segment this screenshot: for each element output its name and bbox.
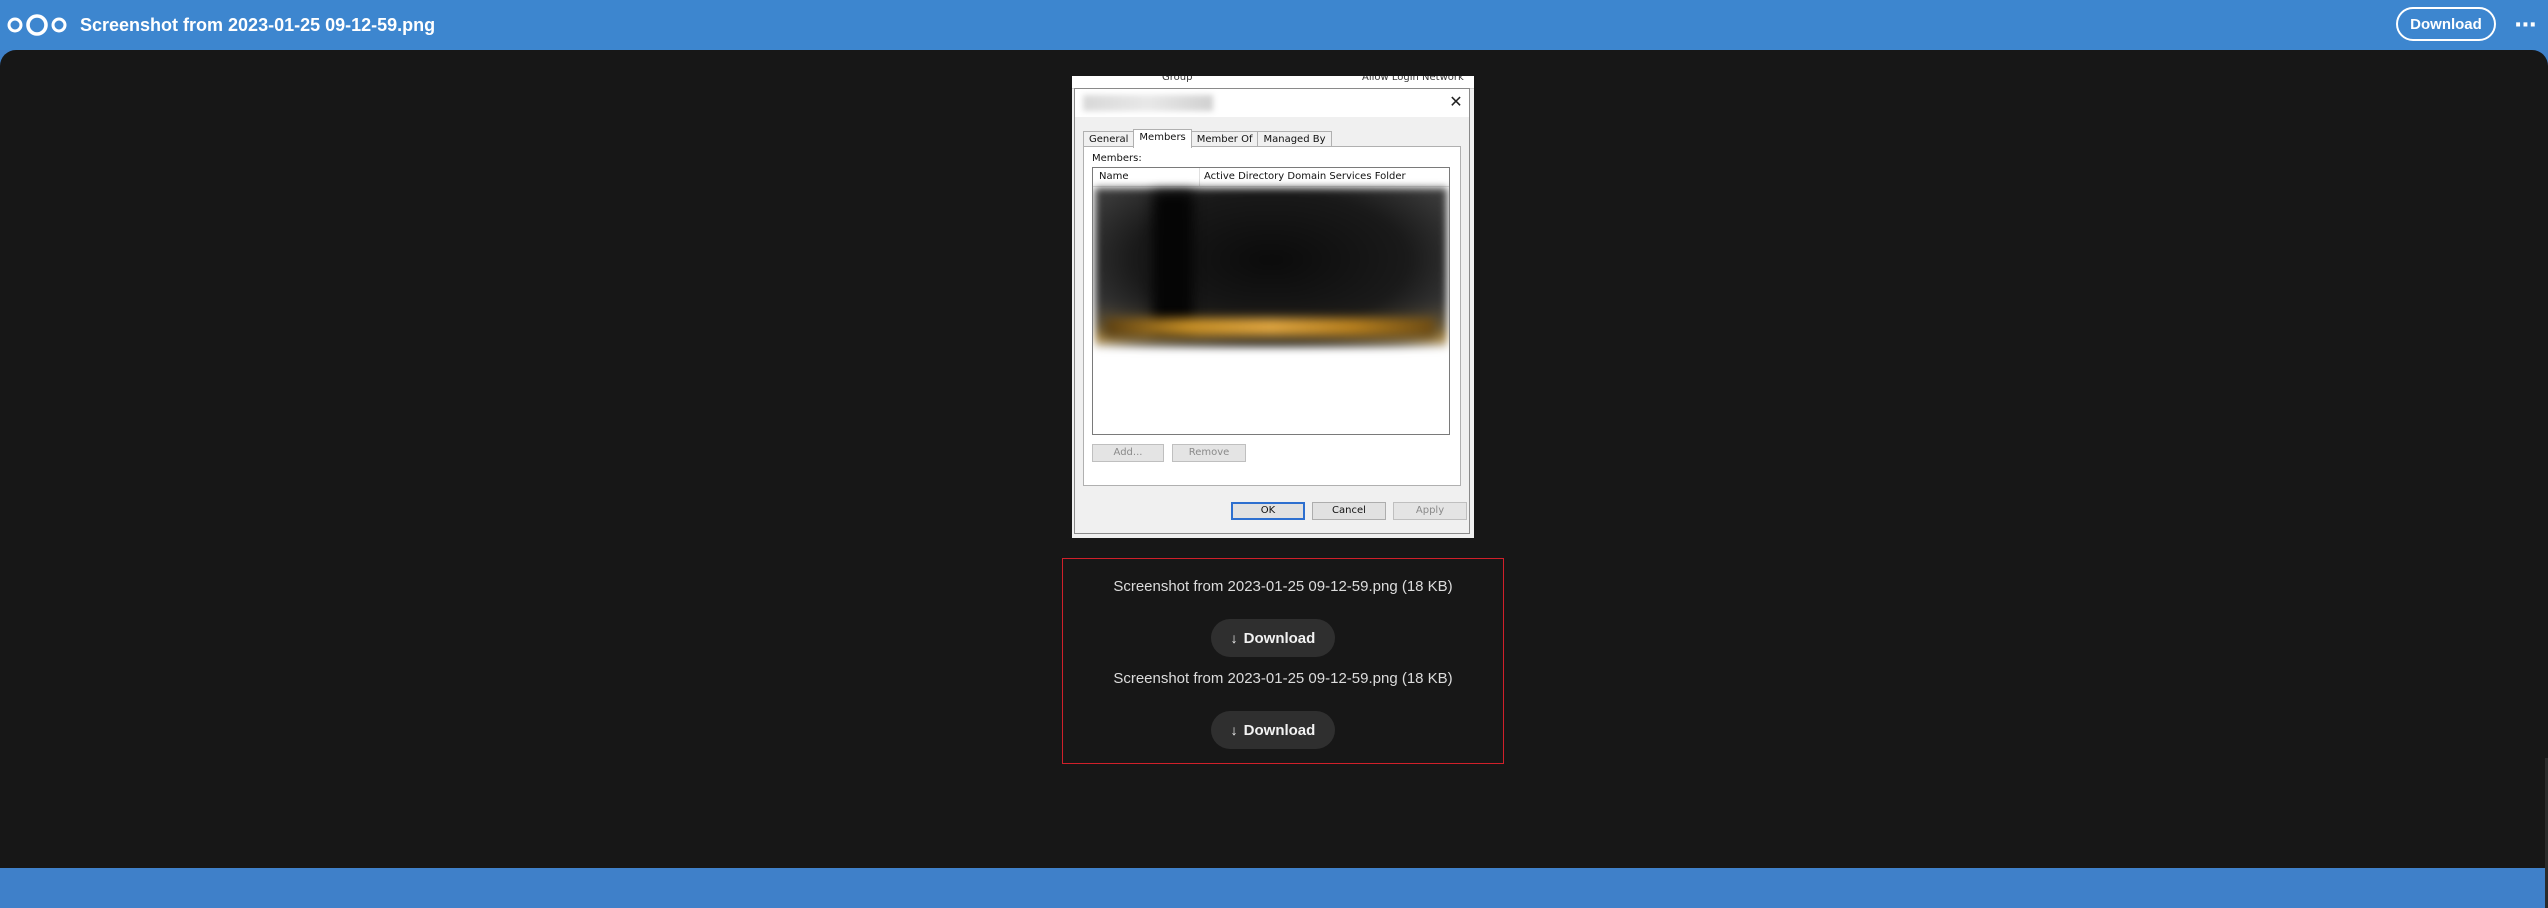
list-header: Name Active Directory Domain Services Fo… xyxy=(1093,168,1449,187)
download-button-label: Download xyxy=(1243,629,1316,647)
blurred-dialog-title xyxy=(1083,95,1213,111)
members-list: Name Active Directory Domain Services Fo… xyxy=(1092,167,1450,435)
members-label: Members: xyxy=(1092,153,1142,164)
column-folder: Active Directory Domain Services Folder xyxy=(1199,168,1406,186)
cancel-button: Cancel xyxy=(1312,502,1386,520)
attachment-filename: Screenshot from 2023-01-25 09-12-59.png … xyxy=(1113,578,1453,595)
tab-members: Members xyxy=(1133,129,1192,148)
download-button-label: Download xyxy=(1243,721,1316,739)
attachments-box: Screenshot from 2023-01-25 09-12-59.png … xyxy=(1062,558,1504,764)
more-menu-icon[interactable]: ⋯ xyxy=(2512,12,2540,38)
screenshot-preview: Group Allow Login Network ✕ General Memb… xyxy=(1072,76,1474,538)
members-panel: Members: Name Active Directory Domain Se… xyxy=(1083,146,1461,486)
attachment-download-button[interactable]: ↓ Download xyxy=(1211,711,1335,749)
header-download-button[interactable]: Download xyxy=(2396,7,2496,41)
file-title: Screenshot from 2023-01-25 09-12-59.png xyxy=(80,15,436,35)
app-header: Screenshot from 2023-01-25 09-12-59.png … xyxy=(0,0,2548,50)
attachment-download-button[interactable]: ↓ Download xyxy=(1211,619,1335,657)
remove-button: Remove xyxy=(1172,444,1246,462)
top-strip-right-text: Allow Login Network xyxy=(1362,76,1464,83)
download-arrow-icon: ↓ xyxy=(1230,722,1238,738)
dialog-tabs: General Members Member Of Managed By xyxy=(1083,129,1332,148)
properties-dialog: ✕ General Members Member Of Managed By M… xyxy=(1074,88,1470,534)
nextcloud-logo-icon[interactable] xyxy=(6,13,68,37)
top-strip-left-text: Group xyxy=(1162,76,1193,83)
column-name: Name xyxy=(1099,171,1129,182)
add-button: Add... xyxy=(1092,444,1164,462)
blurred-region xyxy=(1153,192,1193,332)
blurred-selection-band xyxy=(1105,318,1435,336)
apply-button: Apply xyxy=(1393,502,1467,520)
attachment-filename: Screenshot from 2023-01-25 09-12-59.png … xyxy=(1113,670,1453,687)
ok-button: OK xyxy=(1231,502,1305,520)
dialog-titlebar: ✕ xyxy=(1075,89,1469,117)
close-icon: ✕ xyxy=(1449,92,1463,111)
download-arrow-icon: ↓ xyxy=(1230,630,1238,646)
